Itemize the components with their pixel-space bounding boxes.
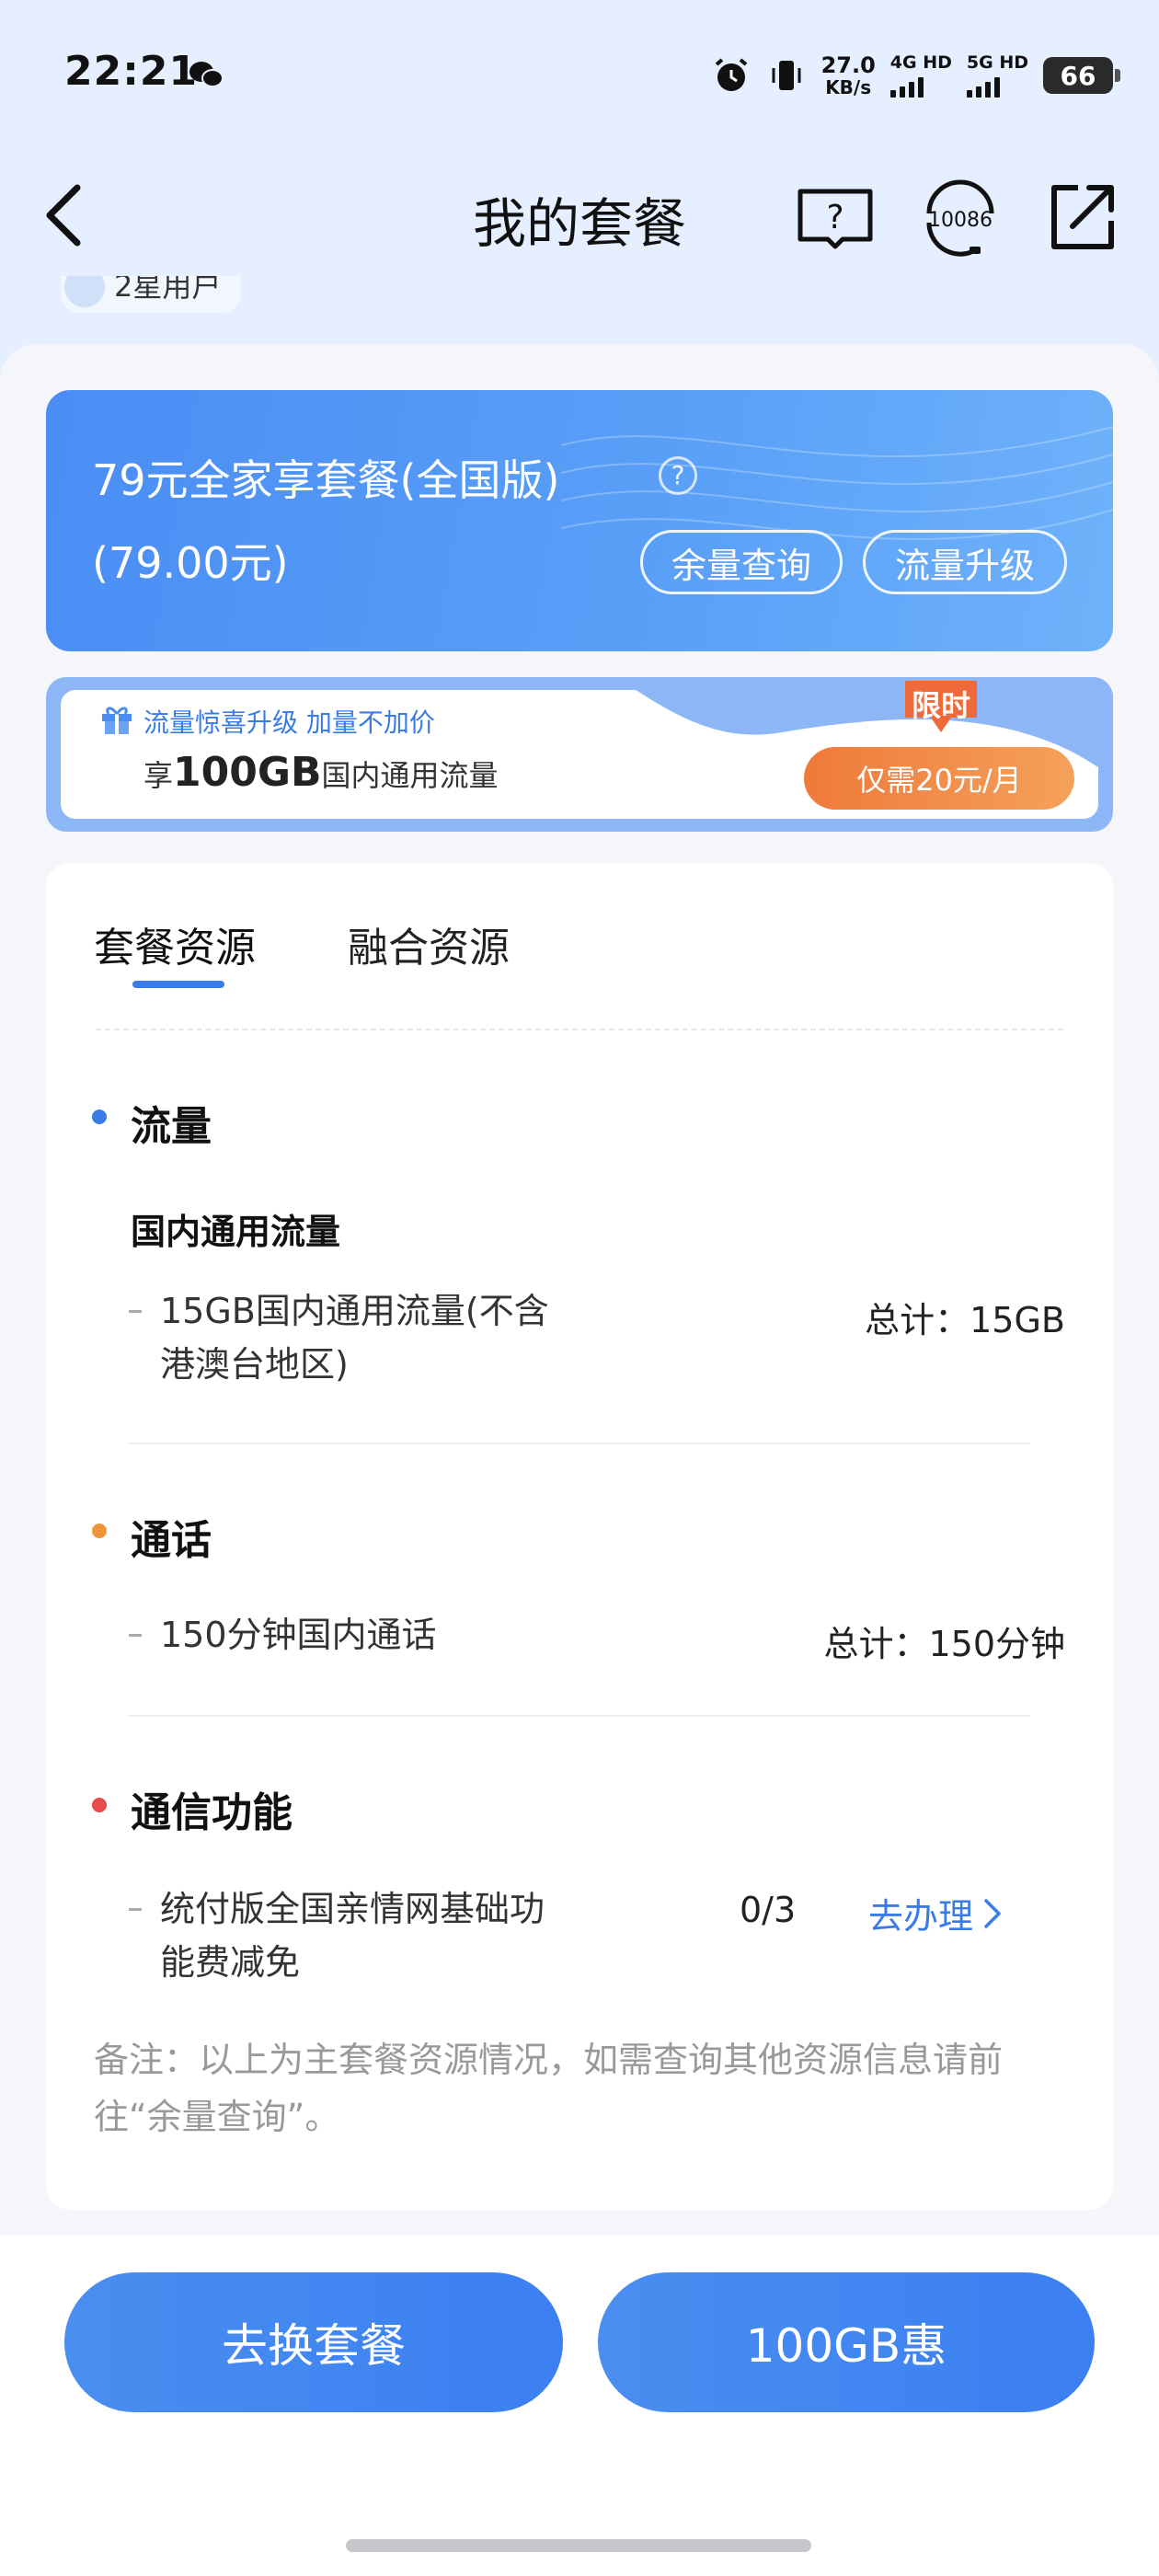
signal-icon [966,76,1000,98]
data-total: 总计：15GB [865,1300,1065,1340]
go-handle-link[interactable]: 去办理 [868,1888,1003,1938]
voice-total: 总计：150分钟 [823,1624,1065,1664]
status-indicators: 27.0 KB/s 4G HD 5G HD 66 [711,48,1120,103]
tab-fusion-resources[interactable]: 融合资源 [348,914,510,973]
voice-section-title: 通话 [131,1517,212,1564]
resources-note: 备注：以上为主套餐资源情况，如需查询其他资源信息请前往“余量查询”。 [94,2040,1004,2137]
battery-icon: 66 [1043,57,1120,94]
plan-name: 79元全家享套餐(全国版) [92,455,560,505]
promo-price-button[interactable]: 仅需20元/月 [804,747,1074,810]
offer-100gb-button[interactable]: 100GB惠 [598,2272,1095,2412]
signal-icon [889,76,924,98]
promo-headline: 享100GB国内通用流量 [143,749,499,796]
share-icon[interactable] [1041,177,1122,258]
data-subtitle: 国内通用流量 [131,1212,341,1252]
resources-card: 套餐资源 融合资源 流量 国内通用流量 15GB国内通用流量(不含 港澳台地区)… [46,863,1113,2210]
divider [129,1443,1030,1444]
decorative-wave [561,426,1113,541]
promo-subtitle: 流量惊喜升级 加量不加价 [143,707,435,738]
customer-service-icon[interactable]: 10086 [920,177,1001,258]
active-tab-indicator [132,981,224,988]
features-section-title: 通信功能 [131,1789,293,1836]
data-section-dot [92,1110,107,1124]
list-bullet [129,1908,142,1911]
alarm-icon [715,58,747,91]
status-time: 22:21 [64,48,199,95]
plan-price: (79.00元) [92,538,289,588]
net-speed: 27.0 KB/s [820,52,876,98]
svg-text:10086: 10086 [928,209,993,232]
voice-item-text: 150分钟国内通话 [160,1615,437,1655]
data-item-text: 15GB国内通用流量(不含 港澳台地区) [160,1291,549,1385]
tab-plan-resources[interactable]: 套餐资源 [94,914,256,973]
signal-5g: 5G HD [966,53,1028,98]
question-icon[interactable]: ? [659,456,697,495]
svg-text:?: ? [826,199,843,236]
home-indicator[interactable] [346,2539,811,2552]
features-section-dot [92,1798,107,1812]
vibrate-icon [772,61,801,90]
user-level-badge: 2星用户 [61,276,241,313]
change-plan-button[interactable]: 去换套餐 [64,2272,563,2412]
list-bullet [129,1634,142,1637]
limited-time-label: 限时 [911,688,970,723]
divider [96,1029,1063,1030]
features-count: 0/3 [740,1890,797,1930]
status-bar: 22:21 27.0 KB/s 4G HD 5G HD 66 [0,0,1159,147]
wechat-icon [189,62,224,87]
data-upgrade-button[interactable]: 流量升级 [863,530,1067,594]
list-bullet [129,1310,142,1313]
features-item-text: 统付版全国亲情网基础功 能费减免 [160,1889,545,1983]
nav-bar: 我的套餐 ? 10086 [0,156,1159,267]
chevron-right-icon [984,1898,1001,1928]
voice-section-dot [92,1524,107,1538]
divider [129,1715,1030,1717]
plan-card: 79元全家享套餐(全国版) ? (79.00元) 余量查询 流量升级 [46,390,1113,651]
gift-icon [102,707,132,734]
signal-4g: 4G HD [889,53,952,98]
balance-query-button[interactable]: 余量查询 [640,530,843,594]
avatar [64,276,105,307]
help-book-icon[interactable]: ? [795,177,876,258]
data-section-title: 流量 [131,1103,212,1150]
